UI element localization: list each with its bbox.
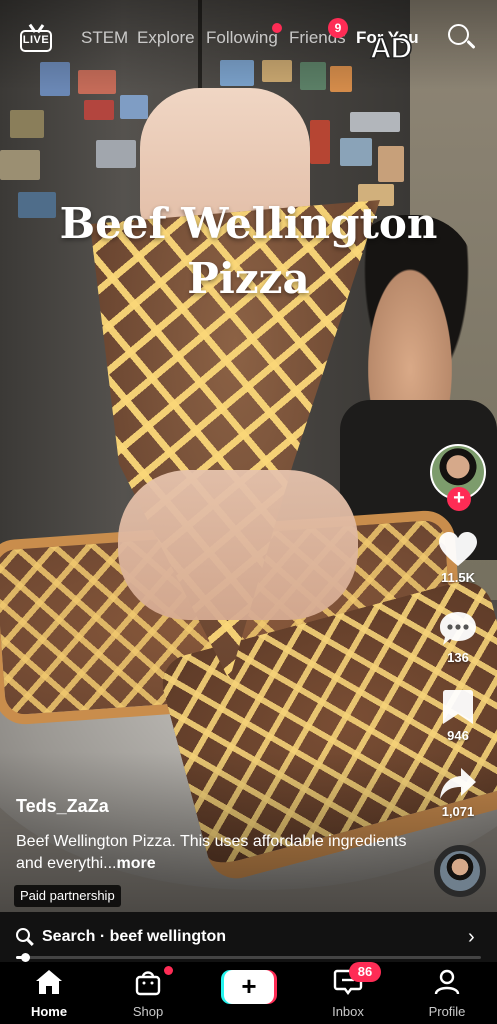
create-button[interactable]: +	[221, 970, 277, 1004]
friends-badge: 9	[328, 18, 348, 38]
creator-username[interactable]: Teds_ZaZa	[16, 796, 109, 817]
comment-count: 136	[447, 650, 469, 665]
inbox-badge: 86	[349, 962, 381, 982]
nav-inbox-label: Inbox	[332, 1004, 364, 1019]
share-count: 1,071	[441, 804, 475, 819]
fridge-magnet	[10, 110, 44, 138]
fridge-magnet	[350, 112, 400, 132]
video-caption[interactable]: Beef Wellington Pizza. This uses afforda…	[16, 831, 416, 875]
ad-label: AD	[369, 31, 413, 66]
fridge-magnet	[0, 150, 40, 180]
related-search-bar[interactable]: Search · beef wellington ›	[0, 912, 497, 962]
related-search-label: Search · beef wellington	[42, 928, 227, 945]
nav-home-label: Home	[30, 1004, 68, 1019]
sound-disc[interactable]	[434, 845, 486, 897]
nav-shop-label: Shop	[132, 1004, 164, 1019]
paid-partnership-label: Paid partnership	[14, 885, 121, 907]
search-icon-handle	[466, 39, 476, 50]
live-label: LIVE	[22, 34, 50, 46]
fridge-magnet	[84, 100, 114, 120]
like-button[interactable]: 11.5K	[428, 532, 488, 585]
caption-more-link[interactable]: more	[117, 855, 156, 872]
video-player[interactable]	[0, 0, 497, 912]
share-button[interactable]: 1,071	[428, 766, 488, 819]
share-icon	[440, 768, 476, 799]
fridge-magnet	[310, 120, 330, 164]
comment-icon	[440, 612, 476, 645]
search-icon	[16, 928, 34, 946]
video-progress-bar[interactable]	[16, 953, 481, 962]
following-notification-dot	[272, 23, 282, 33]
tab-stem[interactable]: STEM	[81, 28, 128, 48]
video-overlay-title: Beef Wellington Pizza	[0, 196, 497, 306]
tab-following[interactable]: Following	[206, 28, 278, 48]
search-button[interactable]	[447, 23, 477, 53]
overlay-title-line-2: Pizza	[187, 254, 310, 303]
bookmark-button[interactable]: 946	[428, 688, 488, 743]
hand-supporting-slice	[118, 470, 358, 620]
profile-icon	[434, 969, 460, 995]
chevron-right-icon: ›	[468, 926, 475, 948]
tab-explore[interactable]: Explore	[137, 28, 195, 48]
bookmark-count: 946	[447, 728, 469, 743]
follow-plus-icon[interactable]: +	[447, 487, 471, 511]
create-plus-icon: +	[224, 970, 274, 1004]
shop-bag-icon	[135, 971, 161, 996]
shop-notification-dot	[164, 966, 173, 975]
comment-button[interactable]: 136	[428, 610, 488, 665]
nav-shop[interactable]: Shop	[108, 968, 188, 1019]
like-count: 11.5K	[441, 570, 475, 585]
top-nav: LIVE STEM Explore Following Friends 9 Fo…	[0, 18, 497, 66]
fridge-magnet	[340, 138, 372, 166]
overlay-title-line-1: Beef Wellington	[59, 199, 438, 248]
bookmark-icon	[443, 690, 473, 724]
fridge-magnet	[378, 146, 404, 182]
nav-profile-label: Profile	[428, 1004, 466, 1019]
bottom-nav: Home Shop + Inbox 86 Profile	[0, 962, 497, 1024]
nav-profile[interactable]: Profile	[407, 968, 487, 1019]
caption-text: Beef Wellington Pizza. This uses afforda…	[16, 833, 407, 872]
home-icon	[36, 970, 62, 994]
live-button[interactable]: LIVE	[20, 24, 54, 54]
fridge-magnet	[96, 140, 136, 168]
heart-icon	[439, 532, 477, 566]
fridge-magnet	[120, 95, 148, 119]
nav-home[interactable]: Home	[9, 968, 89, 1019]
